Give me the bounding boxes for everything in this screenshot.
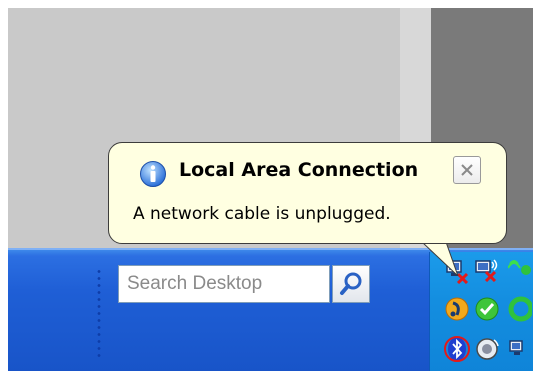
search-button[interactable]	[332, 265, 370, 303]
toolbar-grip-handle[interactable]	[96, 268, 102, 360]
security-warning-icon[interactable]	[444, 296, 470, 322]
wireless-signal-icon[interactable]	[508, 254, 532, 280]
search-input[interactable]	[119, 266, 289, 302]
balloon-message: A network cable is unplugged.	[133, 204, 391, 224]
info-icon	[140, 161, 166, 187]
close-icon	[461, 164, 473, 176]
balloon-pointer	[420, 242, 459, 276]
app-icon[interactable]	[508, 296, 532, 322]
notification-balloon[interactable]: Local Area Connection A network cable is…	[108, 142, 507, 244]
status-ok-icon[interactable]	[474, 296, 500, 322]
volume-icon[interactable]	[474, 336, 500, 362]
network-icon[interactable]	[508, 336, 532, 362]
wireless-disconnected-icon[interactable]	[474, 256, 500, 282]
bluetooth-icon[interactable]	[444, 336, 470, 362]
search-box[interactable]	[118, 265, 330, 303]
balloon-title: Local Area Connection	[179, 159, 419, 181]
magnifier-icon	[340, 272, 362, 295]
balloon-close-button[interactable]	[453, 156, 481, 184]
